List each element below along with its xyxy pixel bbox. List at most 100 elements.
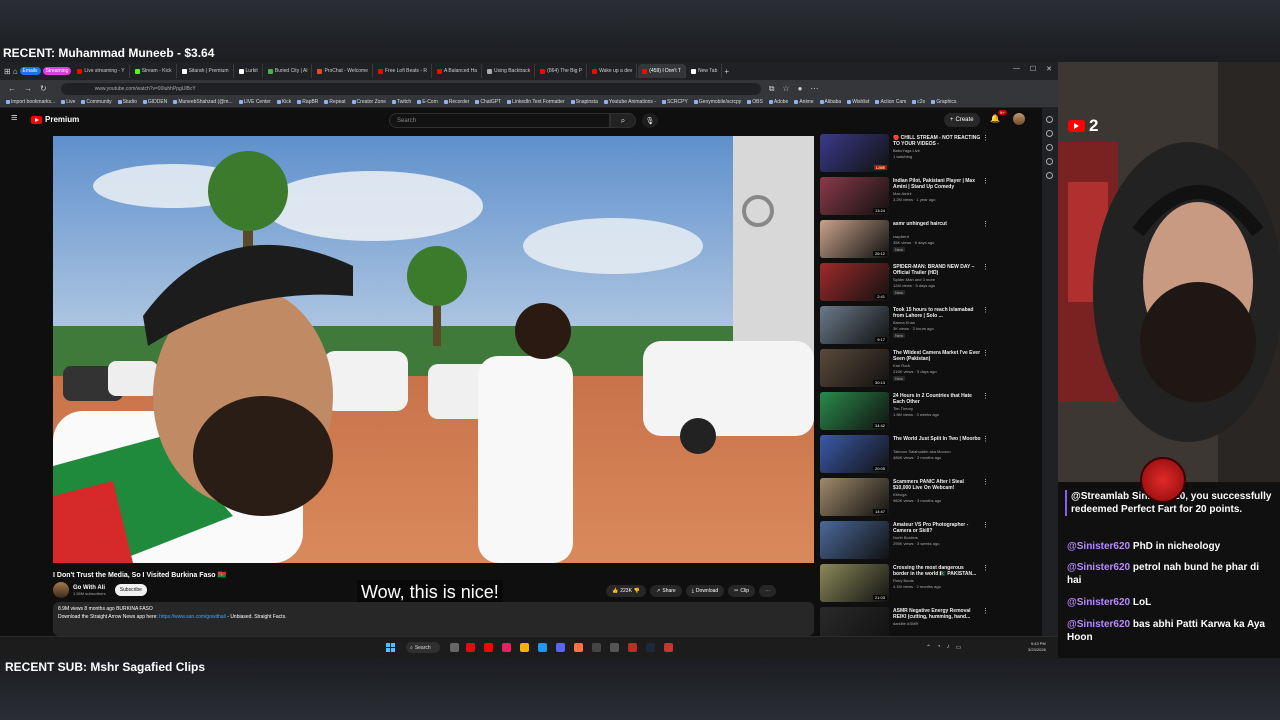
- recommendation-title[interactable]: The Wildest Camera Market I've Ever Seen…: [893, 350, 981, 362]
- app-icon-red[interactable]: [628, 643, 637, 652]
- recommendation-channel[interactable]: Max Amini: [893, 191, 911, 196]
- search-button[interactable]: ⌕: [610, 113, 636, 128]
- recommendation-channel[interactable]: Spider-Man and 3 more: [893, 277, 935, 282]
- recommendation-thumbnail[interactable]: 13:24: [820, 177, 889, 215]
- task-view-icon[interactable]: [450, 643, 459, 652]
- new-tab-button[interactable]: +: [724, 67, 729, 76]
- app-icon-darkred[interactable]: [664, 643, 673, 652]
- recommendation-thumbnail[interactable]: [820, 521, 889, 559]
- recommendation-channel[interactable]: Banna Khan: [893, 320, 915, 325]
- battery-icon[interactable]: ▭: [956, 644, 962, 651]
- reload-icon[interactable]: ↻: [40, 84, 47, 93]
- recommendation-item[interactable]: 34:42 24 Hours in 2 Countries that Hate E…: [820, 392, 992, 432]
- bookmark-item[interactable]: E-Com: [417, 99, 438, 105]
- recommendation-channel[interactable]: Ruhy Boots: [893, 578, 914, 583]
- channel-avatar[interactable]: [53, 582, 69, 598]
- like-button[interactable]: 👍 223K 👎: [606, 585, 647, 597]
- browser-tab[interactable]: (459) I Don't T: [638, 64, 686, 78]
- more-options-icon[interactable]: ⋮: [982, 392, 989, 400]
- close-button[interactable]: ✕: [1046, 65, 1052, 73]
- bookmark-item[interactable]: Community: [81, 99, 112, 105]
- recommendation-thumbnail[interactable]: 21:03: [820, 564, 889, 602]
- recommendation-title[interactable]: Indian Pilot, Pakistani Player | Max Ami…: [893, 178, 981, 190]
- more-options-icon[interactable]: ⋮: [982, 607, 989, 615]
- thumbs-down-icon[interactable]: 👎: [634, 588, 640, 594]
- avatar[interactable]: [1013, 113, 1025, 125]
- bookmark-item[interactable]: Graphics: [931, 99, 956, 105]
- recommendation-thumbnail[interactable]: 9:17: [820, 306, 889, 344]
- voice-search-button[interactable]: 🎙: [642, 113, 658, 128]
- chat-username[interactable]: @Sinister620: [1067, 562, 1130, 573]
- bookmark-item[interactable]: c2o: [912, 99, 925, 105]
- bookmark-item[interactable]: SCRCPY: [661, 99, 688, 105]
- hamburger-menu-icon[interactable]: ≡: [11, 112, 17, 124]
- obs-icon[interactable]: [592, 643, 601, 652]
- side-panel-icon-2[interactable]: [1046, 130, 1053, 137]
- recommendation-channel[interactable]: Karl Rock: [893, 363, 910, 368]
- bookmark-item[interactable]: ChatGPT: [475, 99, 501, 105]
- url-field[interactable]: www.youtube.com/watch?v=90iuhhPpgUlBcY: [60, 82, 761, 95]
- create-button[interactable]: + Create: [944, 113, 980, 127]
- discord-icon[interactable]: [556, 643, 565, 652]
- forward-icon[interactable]: →: [24, 84, 32, 93]
- bookmark-item[interactable]: LinkedIn Text Formatter: [507, 99, 565, 105]
- bookmark-item[interactable]: Genymobile/scrcpy: [693, 99, 741, 105]
- subscribe-button[interactable]: Subscribe: [114, 584, 147, 596]
- recommendation-thumbnail[interactable]: 30:13: [820, 349, 889, 387]
- minimize-button[interactable]: —: [1013, 65, 1020, 73]
- bookmark-item[interactable]: LIVE Center: [238, 99, 271, 105]
- recommendation-item[interactable]: 9:17 Took 15 hours to reach Islamabad fro…: [820, 306, 992, 346]
- netflix-icon[interactable]: [466, 643, 475, 652]
- bookmark-item[interactable]: Snapinsta: [570, 99, 598, 105]
- recommendation-item[interactable]: 21:03 Crossing the most dangerous border …: [820, 564, 992, 604]
- bell-icon[interactable]: 🔔: [990, 114, 1000, 123]
- tab-search-icon[interactable]: ⌂: [13, 67, 18, 76]
- youtube-logo[interactable]: Premium: [31, 115, 79, 124]
- recommendation-title[interactable]: Took 15 hours to reach Islamabad from La…: [893, 307, 981, 319]
- more-options-icon[interactable]: ⋮: [982, 306, 989, 314]
- bookmark-item[interactable]: Studio: [117, 99, 137, 105]
- browser-tab[interactable]: Wake up a dev: [588, 64, 638, 78]
- recommendation-title[interactable]: 24 Hours in 2 Countries that Hate Each O…: [893, 393, 981, 405]
- browser-tab[interactable]: Lurkit: [235, 64, 263, 78]
- browser-tab[interactable]: New Tab: [687, 64, 723, 78]
- more-options-icon[interactable]: ⋮: [982, 478, 989, 486]
- back-icon[interactable]: ←: [8, 84, 16, 93]
- bookmark-item[interactable]: Kick: [276, 99, 291, 105]
- bookmark-item[interactable]: Adobe: [768, 99, 788, 105]
- browser-tab[interactable]: (864) The Big P: [536, 64, 588, 78]
- recommendation-channel[interactable]: razpberrt: [893, 234, 909, 239]
- description-box[interactable]: 8.9M views 8 months ago BURKINA FASO Dow…: [53, 602, 814, 636]
- side-panel-icon-1[interactable]: [1046, 116, 1053, 123]
- tray-chevron-icon[interactable]: ⌃: [926, 644, 931, 651]
- recommendation-title[interactable]: ASMR Negative Energy Removal REIKI (cutt…: [893, 608, 981, 620]
- bookmark-item[interactable]: Action Cam: [875, 99, 906, 105]
- taskbar-search[interactable]: ⌕ Search: [406, 642, 440, 653]
- wifi-icon[interactable]: ◔: [937, 644, 941, 651]
- file-explorer-icon[interactable]: [520, 643, 529, 652]
- bookmark-item[interactable]: Youtube Animations -: [603, 99, 656, 105]
- recommendation-thumbnail[interactable]: 26:12: [820, 220, 889, 258]
- bookmark-item[interactable]: Alibaba: [819, 99, 841, 105]
- browser-tab[interactable]: Using Backtrack: [483, 64, 536, 78]
- recommendation-channel[interactable]: Tim Theory: [893, 406, 913, 411]
- browser-tab[interactable]: Free Lofi Beats - R: [374, 64, 432, 78]
- tab-group-streaming[interactable]: Streaming: [42, 67, 72, 75]
- recommendation-title[interactable]: Amateur VS Pro Photographer - Camera or …: [893, 522, 981, 534]
- app-icon-blue[interactable]: [538, 643, 547, 652]
- app-icon-pink[interactable]: [502, 643, 511, 652]
- browser-tab[interactable]: Buried City | Al: [264, 64, 313, 78]
- bookmark-item[interactable]: OBS: [747, 99, 763, 105]
- recommendation-item[interactable]: 26:12 asmr unhinged haircut razpberrt 35K v…: [820, 220, 992, 260]
- more-options-icon[interactable]: ⋮: [982, 177, 989, 185]
- bookmark-item[interactable]: Anime: [794, 99, 814, 105]
- bookmark-item[interactable]: Creator Zone: [351, 99, 386, 105]
- recommendation-channel[interactable]: BabuYaga Live: [893, 148, 920, 153]
- taskbar-clock[interactable]: 9:43 PM 3/23/2026: [1028, 641, 1046, 653]
- recommendation-item[interactable]: LIVE 🔴 CHILL STREAM - NOT REACTING TO YOU…: [820, 134, 992, 174]
- recommendation-title[interactable]: Crossing the most dangerous border in th…: [893, 565, 981, 577]
- bookmark-item[interactable]: MuneebShahzad (@m...: [173, 99, 233, 105]
- recommendation-title[interactable]: Scammers PANIC After I Steal $10,000 Liv…: [893, 479, 981, 491]
- bookmark-item[interactable]: RapBR: [297, 99, 318, 105]
- recommendation-item[interactable]: 20:05 The World Just Split In Two | Moorb…: [820, 435, 992, 475]
